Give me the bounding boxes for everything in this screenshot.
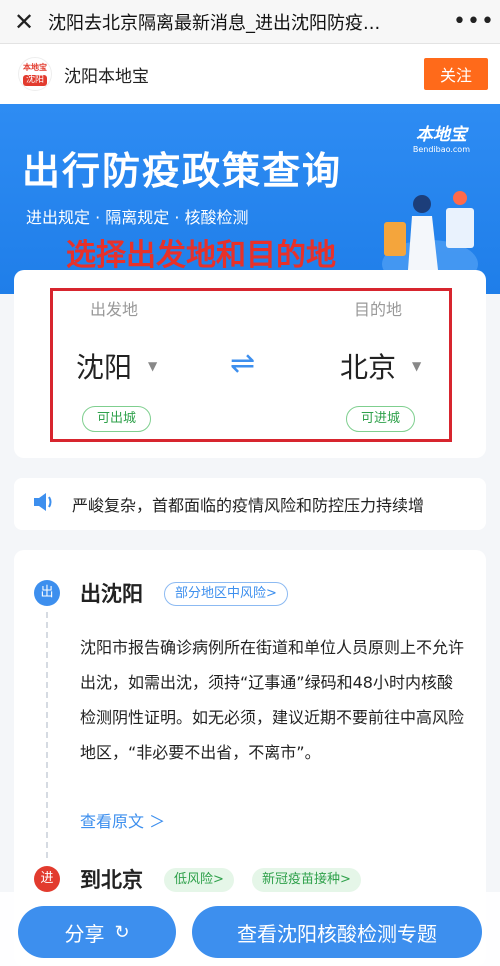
brand-mark: 本地宝 Bendibao.com: [413, 120, 470, 154]
entry-risk-tag[interactable]: 低风险>: [164, 868, 234, 892]
account-name[interactable]: 沈阳本地宝: [64, 62, 424, 87]
speaker-icon: [32, 491, 60, 518]
entry-marker: 进: [34, 866, 60, 892]
entry-section-title: 到北京: [80, 868, 143, 892]
view-original-link[interactable]: 查看原文 ＞: [80, 808, 165, 832]
policy-banner: 本地宝 Bendibao.com 出行防疫政策查询 进出规定 · 隔离规定 · …: [0, 104, 500, 294]
banner-title: 出行防疫政策查询: [22, 149, 343, 193]
follow-button[interactable]: 关注: [424, 58, 488, 90]
vaccine-tag[interactable]: 新冠疫苗接种>: [252, 868, 361, 892]
exit-policy-text: 沈阳市报告确诊病例所在街道和单位人员原则上不允许出沈，如需出沈，须持“辽事通”绿…: [80, 638, 465, 762]
caret-down-icon: ▼: [412, 359, 422, 373]
to-label: 目的地: [354, 300, 403, 319]
exit-section-title: 出沈阳: [80, 582, 143, 606]
brand-name: 本地宝: [415, 125, 467, 145]
share-button[interactable]: 分享 ↻: [18, 906, 176, 958]
to-city-select[interactable]: 北京 ▼: [340, 346, 421, 386]
more-dots-icon[interactable]: •••: [448, 9, 500, 34]
caret-down-icon: ▼: [148, 359, 158, 373]
from-city-value: 沈阳: [76, 351, 133, 384]
title-bar: ✕ 沈阳去北京隔离最新消息_进出沈阳防疫... •••: [0, 0, 500, 44]
from-city-select[interactable]: 沈阳 ▼: [76, 346, 157, 386]
page-title: 沈阳去北京隔离最新消息_进出沈阳防疫...: [48, 12, 381, 34]
swap-arrows-icon[interactable]: ⇌: [230, 346, 255, 381]
to-status-badge: 可进城: [346, 406, 416, 432]
banner-hint: 选择出发地和目的地: [66, 238, 336, 273]
to-city-value: 北京: [340, 351, 397, 384]
from-label: 出发地: [90, 300, 139, 319]
notice-bar[interactable]: 严峻复杂，首都面临的疫情风险和防控压力持续增: [14, 478, 486, 530]
share-label: 分享: [64, 923, 105, 946]
logo-text-top: 本地宝: [23, 62, 47, 72]
exit-risk-tag[interactable]: 部分地区中风险>: [164, 582, 288, 606]
nucleic-test-topic-button[interactable]: 查看沈阳核酸检测专题: [192, 906, 482, 958]
account-logo[interactable]: 本地宝 沈阳: [18, 57, 52, 91]
banner-subtitle: 进出规定 · 隔离规定 · 核酸检测: [26, 208, 249, 227]
account-row: 本地宝 沈阳 沈阳本地宝 关注: [0, 44, 500, 104]
logo-text-bottom: 沈阳: [22, 74, 47, 86]
exit-marker: 出: [34, 580, 60, 606]
brand-url: Bendibao.com: [412, 145, 470, 154]
refresh-icon: ↻: [114, 921, 130, 942]
from-status-badge: 可出城: [82, 406, 152, 432]
close-icon[interactable]: ✕: [0, 8, 48, 36]
timeline-line: [46, 612, 48, 858]
location-selector-card: 出发地 目的地 沈阳 ▼ ⇌ 北京 ▼ 可出城 可进城: [14, 270, 486, 458]
notice-text: 严峻复杂，首都面临的疫情风险和防控压力持续增: [72, 496, 425, 515]
